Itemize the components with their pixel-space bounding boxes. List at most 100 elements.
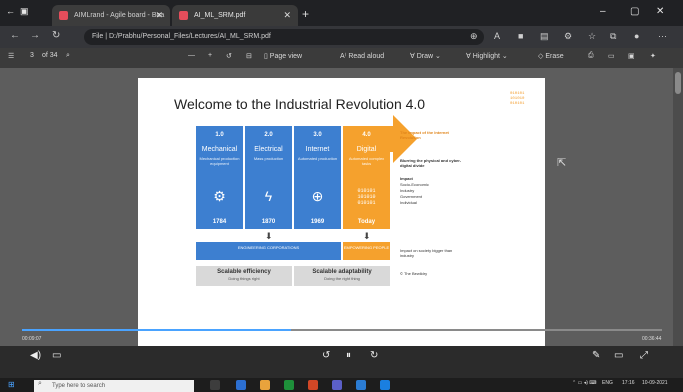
zoom-out-button[interactable]: — — [188, 52, 195, 59]
fit-page-icon[interactable]: ⊟ — [246, 52, 252, 60]
favorites-icon[interactable]: ☆ — [588, 31, 596, 42]
box-title: Scalable adaptability — [312, 269, 372, 275]
back-icon[interactable]: ← — [10, 30, 20, 41]
new-tab-button[interactable]: + — [302, 7, 309, 21]
system-tray-icons[interactable]: ⌃ ▭ ◂) ⌨ — [572, 380, 596, 386]
profile-icon[interactable]: ● — [634, 31, 639, 41]
draw-label: Draw — [416, 53, 434, 60]
video-progress-fill — [22, 329, 291, 331]
close-icon[interactable]: ✕ — [155, 5, 163, 26]
era-name: Internet — [305, 146, 330, 153]
pdf-viewer[interactable]: Welcome to the Industrial Revolution 4.0… — [0, 68, 683, 346]
explorer-icon[interactable] — [260, 380, 270, 390]
fullscreen-icon[interactable]: ⤢ — [640, 350, 648, 361]
tab-strip: ← ▣ AIMLrand ‑ Agile board ‑ Boa ✕ AI_ML… — [0, 0, 683, 26]
adaptability-box: Scalable adaptability Doing the right th… — [294, 266, 390, 286]
more-icon[interactable]: ··· — [658, 31, 667, 41]
volume-icon[interactable]: ◀) — [30, 350, 41, 361]
clock-time[interactable]: 17:16 — [622, 380, 635, 386]
pen-icon[interactable]: ✎ — [592, 350, 600, 361]
era-number: 1.0 — [215, 132, 224, 138]
collections-icon[interactable]: ▤ — [540, 31, 549, 42]
box-subtitle: Doing the right thing — [324, 276, 360, 281]
search-icon: ⌕ — [38, 380, 42, 387]
captions-icon[interactable]: ▭ — [52, 350, 61, 361]
zoom-in-button[interactable]: + — [208, 52, 212, 59]
minimize-button[interactable]: ‒ — [600, 6, 606, 17]
extension-icon[interactable]: ■ — [518, 31, 523, 41]
back-icon[interactable]: ← — [6, 6, 15, 16]
tab-actions-icon[interactable]: ▣ — [20, 6, 29, 17]
powerpoint-icon[interactable] — [308, 380, 318, 390]
pause-icon[interactable]: ⏸ — [346, 350, 351, 361]
task-view-icon[interactable] — [210, 380, 220, 390]
collections-icon[interactable]: ⧉ — [610, 31, 616, 42]
print-icon[interactable]: ⎙ — [588, 52, 594, 60]
page-view-button[interactable]: ▯ Page view — [264, 52, 302, 60]
zoom-icon[interactable]: ⊕ — [470, 31, 478, 42]
pin-icon[interactable]: ✦ — [650, 52, 656, 60]
close-window-button[interactable]: ✕ — [656, 6, 664, 17]
era-number: 4.0 — [362, 132, 371, 138]
arrow-down-icon: ⬇ — [363, 231, 371, 241]
era-name: Digital — [356, 146, 377, 153]
word-icon[interactable] — [356, 380, 366, 390]
toc-icon[interactable]: ☰ — [8, 52, 14, 60]
refresh-icon[interactable]: ↻ — [52, 30, 60, 41]
page-total: of 34 — [42, 52, 58, 59]
clock-date[interactable]: 10-09-2021 — [642, 380, 668, 386]
tab-title: AIMLrand ‑ Agile board ‑ Boa — [74, 12, 165, 19]
era-year: 1969 — [310, 219, 325, 225]
era-year: 1784 — [212, 219, 227, 225]
era-name: Mechanical — [201, 146, 238, 153]
read-view-icon[interactable]: A — [494, 31, 500, 41]
settings-icon[interactable]: ⚙ — [564, 31, 572, 42]
video-progress-bar[interactable] — [22, 329, 662, 331]
rewind-icon[interactable]: ↺ — [322, 350, 330, 361]
highlight-button[interactable]: ∀ Highlight ⌄ — [466, 52, 508, 60]
cast-icon[interactable]: ▭ — [614, 350, 623, 361]
page-input[interactable]: 3 — [30, 52, 34, 59]
note: © The Bewildry — [400, 271, 428, 276]
corporations-bar: ENGINEERING CORPORATIONS — [196, 242, 341, 260]
pdf-page: Welcome to the Industrial Revolution 4.0… — [138, 78, 545, 346]
forward-icon[interactable]: → — [30, 30, 40, 41]
era-year: Today — [357, 219, 376, 225]
forward-icon[interactable]: ↻ — [370, 350, 378, 361]
erase-button[interactable]: ◇ Erase — [538, 52, 564, 60]
vertical-scrollbar[interactable] — [673, 68, 683, 346]
erase-label: Erase — [545, 53, 564, 60]
windows-start-icon[interactable]: ⊞ — [8, 380, 15, 389]
teams-icon[interactable] — [332, 380, 342, 390]
restore-button[interactable]: ▢ — [630, 6, 639, 17]
edge-icon[interactable] — [236, 380, 246, 390]
era-desc: Automated complex tasks — [348, 156, 385, 166]
chrome-icon[interactable] — [284, 380, 294, 390]
close-icon[interactable]: ✕ — [283, 5, 291, 26]
lightning-icon: ϟ — [264, 188, 273, 204]
fit-icon[interactable]: ▭ — [608, 52, 615, 60]
save-icon[interactable]: ▣ — [628, 52, 635, 60]
draw-icon: ∀ — [410, 53, 417, 60]
note: Individual — [400, 200, 417, 205]
slide-title: Welcome to the Industrial Revolution 4.0 — [174, 96, 426, 112]
tab-pdf[interactable]: AI_ML_SRM.pdf ✕ — [172, 5, 298, 26]
address-bar-row: ← → ↻ File | D:/Prabhu/Personal_Files/Le… — [0, 26, 683, 48]
era-column-2: 2.0 Electrical Mass production ϟ 1870 — [245, 126, 292, 229]
app-icon[interactable] — [380, 380, 390, 390]
era-number: 2.0 — [264, 132, 273, 138]
language-indicator[interactable]: ENG — [602, 380, 613, 386]
taskbar-search[interactable]: Type here to search — [34, 380, 194, 392]
tab-agile-board[interactable]: AIMLrand ‑ Agile board ‑ Boa ✕ — [52, 5, 170, 26]
note: Impact — [400, 176, 413, 181]
note: Industry — [400, 188, 415, 193]
scroll-thumb[interactable] — [675, 72, 681, 94]
note: Blurring the physical and cyber-digital … — [400, 158, 462, 168]
read-aloud-button[interactable]: A⁾ Read aloud — [340, 52, 384, 60]
rotate-icon[interactable]: ↺ — [226, 52, 232, 60]
search-icon[interactable]: ⌕ — [66, 52, 70, 60]
gear-icon: ⚙ — [213, 188, 226, 204]
address-input[interactable]: File | D:/Prabhu/Personal_Files/Lectures… — [84, 29, 484, 45]
draw-button[interactable]: ∀ Draw ⌄ — [410, 52, 441, 60]
era-year: 1870 — [261, 219, 276, 225]
